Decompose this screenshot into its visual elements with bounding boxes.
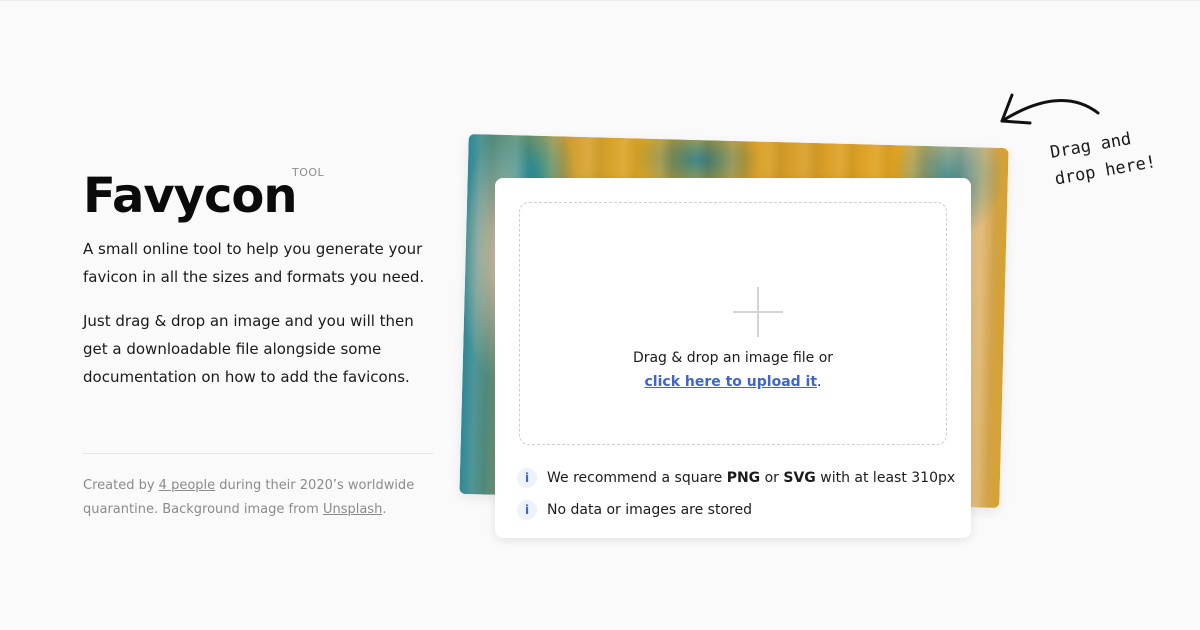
info-icon: i (517, 468, 537, 488)
intro-paragraph-2: Just drag & drop an image and you will t… (83, 312, 414, 386)
info-or: or (764, 470, 779, 486)
info-text: We recommend a square PNG or SVG with at… (547, 470, 955, 486)
app-title: Favycon (83, 168, 298, 224)
credits-prefix: Created by (83, 478, 155, 493)
info-svg: SVG (783, 470, 816, 486)
brand: Favycon TOOL (83, 161, 433, 231)
info-list: i We recommend a square PNG or SVG with … (517, 462, 955, 526)
upload-link-suffix: . (817, 374, 822, 390)
credits: Created by 4 people during their 2020’s … (83, 474, 433, 522)
credits-suffix: . (382, 502, 387, 517)
info-text-pre: We recommend a square (547, 470, 723, 486)
info-png: PNG (726, 470, 761, 486)
page: Favycon TOOL A small online tool to help… (0, 0, 1200, 630)
dropzone[interactable]: Drag & drop an image file or click here … (519, 202, 947, 445)
upload-link[interactable]: click here to upload it (645, 374, 818, 390)
dropzone-text: Drag & drop an image file or click here … (520, 346, 946, 394)
intro-column: Favycon TOOL A small online tool to help… (83, 161, 433, 522)
upload-card: Drag & drop an image file or click here … (495, 178, 971, 538)
privacy-text: No data or images are stored (547, 502, 752, 518)
intro-paragraph-1: A small online tool to help you generate… (83, 240, 425, 286)
people-link[interactable]: 4 people (159, 478, 215, 493)
info-icon: i (517, 500, 537, 520)
tool-tag: TOOL (292, 166, 325, 179)
info-text-post: with at least 310px (820, 470, 956, 486)
info-row-privacy: i No data or images are stored (517, 494, 955, 526)
unsplash-link[interactable]: Unsplash (323, 502, 382, 517)
dropzone-instruction: Drag & drop an image file or (632, 350, 834, 366)
divider (83, 453, 433, 454)
drag-callout: Drag and drop here! (990, 81, 1190, 201)
info-row-format: i We recommend a square PNG or SVG with … (517, 462, 955, 494)
plus-icon (733, 287, 783, 337)
